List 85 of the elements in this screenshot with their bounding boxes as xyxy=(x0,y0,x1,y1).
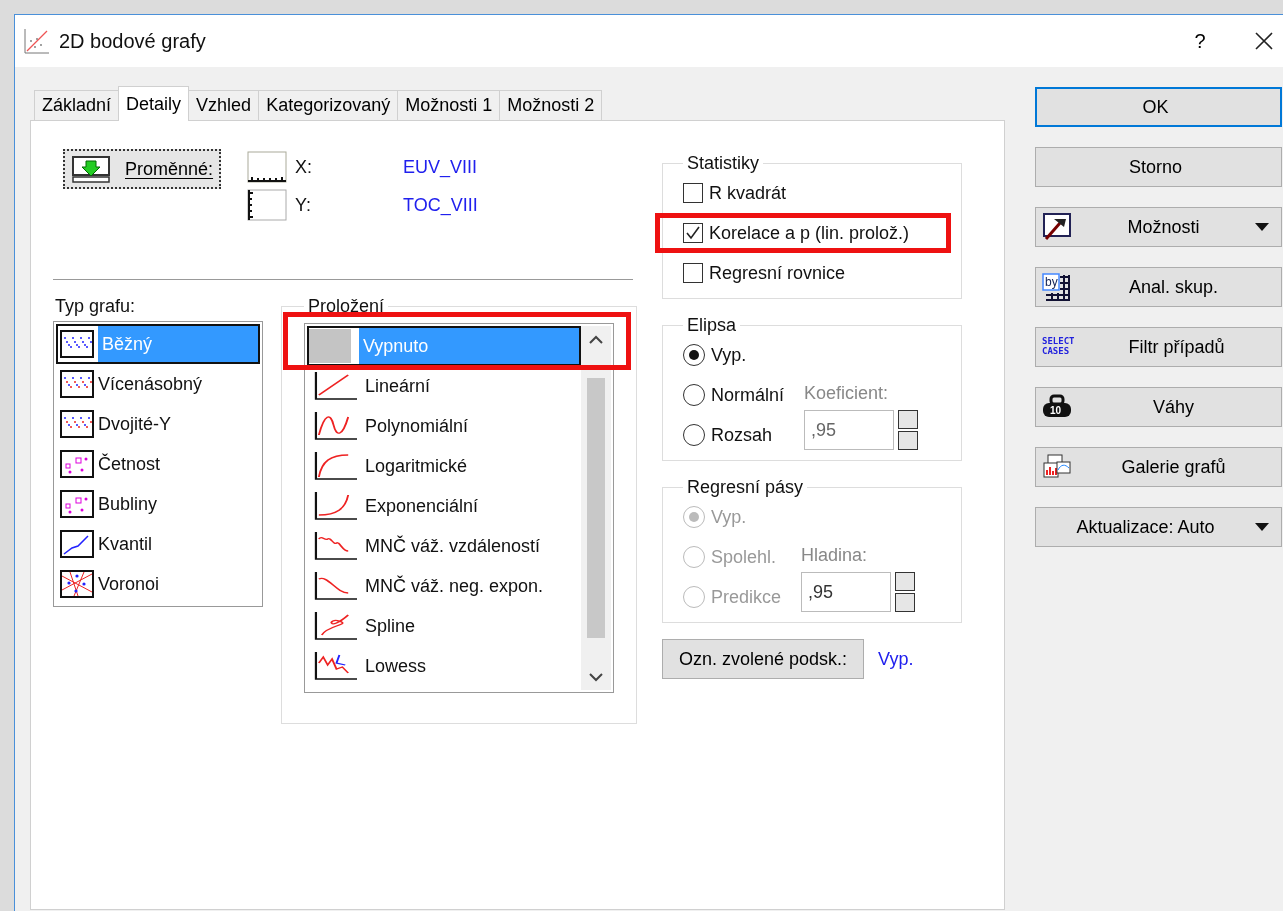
fit-legend: Proložení xyxy=(304,296,389,317)
help-button[interactable]: ? xyxy=(1175,21,1225,61)
subset-button[interactable]: Ozn. zvolené podsk.: xyxy=(662,639,865,679)
caret-icon xyxy=(1255,223,1269,231)
checkbox-label: R kvadrát xyxy=(709,182,787,204)
fit-item[interactable]: Lowess xyxy=(307,646,581,686)
variable-name[interactable]: TOC_VIII xyxy=(403,194,478,216)
fit-item[interactable]: Spline xyxy=(307,606,581,646)
caret-icon xyxy=(1255,523,1269,531)
radio-button[interactable] xyxy=(683,344,705,366)
tab[interactable]: Detaily xyxy=(118,86,190,121)
radio-button[interactable] xyxy=(683,384,705,406)
gallery-icon xyxy=(1042,453,1072,481)
graph-type-item[interactable]: Bubliny xyxy=(56,484,260,524)
radio-label: Predikce xyxy=(711,586,782,608)
select-cases-icon: SELECT CASES xyxy=(1042,337,1078,357)
checkbox-label: Korelace a p (lin. prolož.) xyxy=(709,222,910,244)
radio-label: Rozsah xyxy=(711,424,773,446)
graph-type-item[interactable]: Kvantil xyxy=(56,524,260,564)
squares-icon xyxy=(60,450,94,478)
radio-label: Normální xyxy=(711,384,785,406)
group-legend: Elipsa xyxy=(683,315,741,336)
tab[interactable]: Možnosti 2 xyxy=(499,90,603,120)
statistics-legend: Statistiky xyxy=(683,153,764,174)
chevron-down-icon xyxy=(588,672,604,682)
fit-item[interactable]: Logaritmické xyxy=(307,446,581,486)
axis-label: X: xyxy=(295,156,314,178)
radio-label: Vyp. xyxy=(711,344,747,366)
dots-icon xyxy=(60,410,94,438)
checkbox-label: Regresní rovnice xyxy=(709,262,846,284)
fit-item[interactable]: Lineární xyxy=(307,366,581,406)
group-legend: Regresní pásy xyxy=(683,477,808,498)
graph-type-label: Typ grafu: xyxy=(54,296,137,317)
fit-item[interactable]: MNČ váž. neg. expon. xyxy=(307,566,581,606)
download-icon xyxy=(71,155,111,183)
curve-icon xyxy=(313,451,357,481)
squares-icon xyxy=(60,490,94,518)
graph-type-item[interactable]: Četnost xyxy=(56,444,260,484)
fit-item[interactable]: Exponenciální xyxy=(307,486,581,526)
curve-icon xyxy=(313,651,357,681)
dialog-button[interactable]: Aktualizace: Auto xyxy=(1035,507,1282,547)
dialog-button[interactable]: 10 Váhy xyxy=(1035,387,1282,427)
fit-item[interactable]: Polynomiální xyxy=(307,406,581,446)
dots-icon xyxy=(60,370,94,398)
y-axis-icon xyxy=(247,189,288,221)
checkmark-icon xyxy=(684,224,702,242)
graph-type-item[interactable]: Dvojité-Y xyxy=(56,404,260,444)
dialog-button[interactable]: Možnosti xyxy=(1035,207,1282,247)
graph-type-item[interactable]: Vícenásobný xyxy=(56,364,260,404)
fit-item[interactable]: MNČ váž. vzdáleností xyxy=(307,526,581,566)
dialog-button[interactable]: by Anal. skup. xyxy=(1035,267,1282,307)
checkbox[interactable] xyxy=(683,223,703,243)
dialog-button[interactable]: Galerie grafů xyxy=(1035,447,1282,487)
curve-icon xyxy=(313,611,357,641)
curve-icon xyxy=(313,371,357,401)
curve-icon xyxy=(313,491,357,521)
variable-name[interactable]: EUV_VIII xyxy=(403,156,478,178)
tab[interactable]: Základní xyxy=(34,90,120,120)
field-label: Hladina: xyxy=(801,545,869,566)
radio-label: Vyp. xyxy=(711,506,747,528)
scrollbar-thumb[interactable] xyxy=(587,378,605,638)
curve-icon xyxy=(313,411,357,441)
checkbox[interactable] xyxy=(683,183,703,203)
x-axis-icon xyxy=(247,151,288,183)
dots-icon xyxy=(60,330,94,358)
dialog-button[interactable]: SELECT CASES Filtr případů xyxy=(1035,327,1282,367)
curve-icon xyxy=(313,571,357,601)
scatter-chart-icon xyxy=(23,27,51,55)
field-label: Koeficient: xyxy=(804,383,890,404)
variables-button[interactable]: Proměnné: xyxy=(63,149,222,189)
window-title: 2D bodové grafy xyxy=(59,29,206,53)
axis-label: Y: xyxy=(295,194,313,216)
dialog-button[interactable]: OK xyxy=(1035,87,1282,127)
blank-swatch-icon xyxy=(309,329,351,363)
dialog-button[interactable]: Storno xyxy=(1035,147,1282,187)
checkbox[interactable] xyxy=(683,263,703,283)
curve-icon xyxy=(313,531,357,561)
radio-button[interactable] xyxy=(683,424,705,446)
cross-icon xyxy=(60,570,94,598)
subset-value: Vyp. xyxy=(878,648,914,670)
close-icon xyxy=(1254,31,1274,51)
scrollbar[interactable] xyxy=(581,326,611,690)
radio-label: Spolehl. xyxy=(711,546,777,568)
chevron-up-icon xyxy=(588,334,604,344)
graph-type-item[interactable]: Voronoi xyxy=(56,564,260,604)
